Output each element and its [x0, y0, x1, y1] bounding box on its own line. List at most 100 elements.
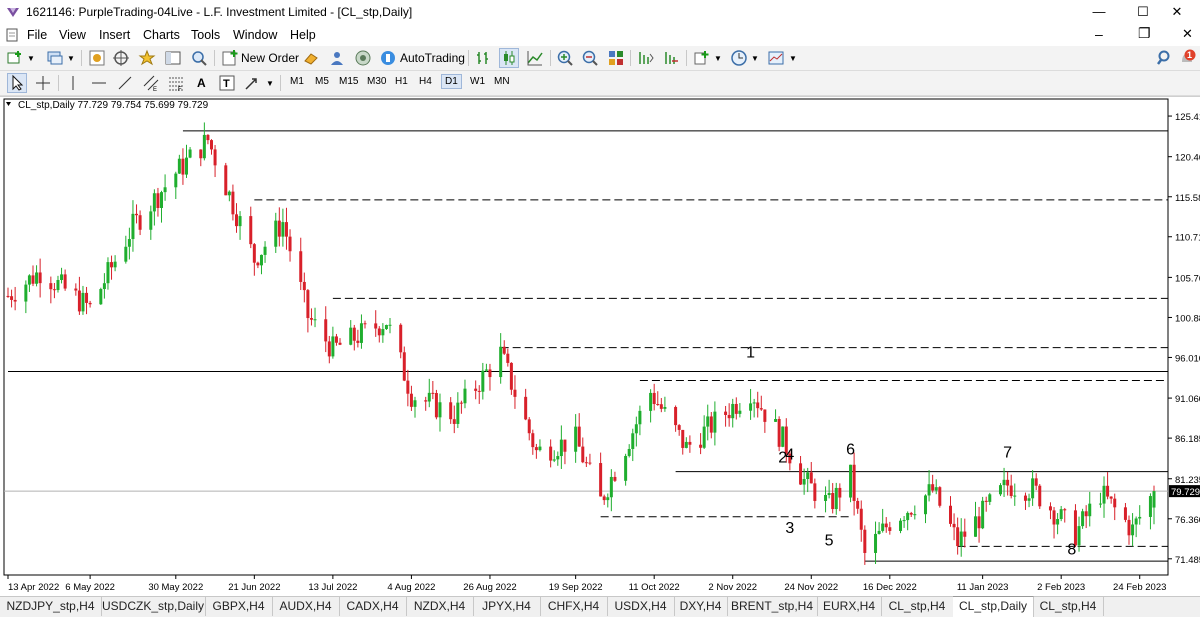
dropdown-arrow-icon[interactable]: ▼	[27, 54, 35, 63]
signals-icon[interactable]	[328, 49, 346, 67]
chart-tab[interactable]: JPYX,H4	[473, 597, 541, 616]
timeframe-h1[interactable]: H1	[392, 75, 411, 88]
candle-bear	[1034, 478, 1038, 486]
dropdown-arrow-icon[interactable]: ▼	[67, 54, 75, 63]
timeframe-m1[interactable]: M1	[287, 75, 307, 88]
strategy-tester-icon[interactable]	[190, 49, 208, 67]
text-tool-icon[interactable]: A	[197, 76, 206, 90]
horizontal-line-icon[interactable]	[90, 74, 108, 92]
candlestick-icon[interactable]	[499, 48, 519, 68]
candle-bear	[506, 353, 510, 363]
timeframe-m5[interactable]: M5	[312, 75, 332, 88]
search-icon[interactable]	[1156, 49, 1174, 67]
chart-tab[interactable]: CADX,H4	[339, 597, 407, 616]
chart-tab[interactable]: EURX,H4	[817, 597, 882, 616]
candle-bull	[413, 400, 417, 407]
candle-bull	[702, 426, 706, 448]
profiles-icon[interactable]	[46, 49, 64, 67]
periods-clock-icon[interactable]	[730, 49, 748, 67]
chart-window[interactable]: CL_stp,Daily 77.729 79.754 75.699 79.729…	[0, 96, 1200, 597]
menu-insert[interactable]: Insert	[99, 28, 130, 42]
menu-window[interactable]: Window	[233, 28, 277, 42]
candle-bull	[281, 222, 285, 237]
equidistant-channel-icon[interactable]: E	[142, 74, 160, 92]
auto-scroll-icon[interactable]	[662, 49, 680, 67]
timeframe-w1[interactable]: W1	[467, 75, 488, 88]
terminal-icon[interactable]	[164, 49, 182, 67]
mdi-minimize-button[interactable]: –	[1095, 26, 1103, 42]
autotrading-icon[interactable]	[379, 49, 397, 67]
menu-tools[interactable]: Tools	[191, 28, 220, 42]
favorites-icon[interactable]	[138, 49, 156, 67]
chart-tab[interactable]: DXY,H4	[674, 597, 728, 616]
menu-charts[interactable]: Charts	[143, 28, 180, 42]
indicators-icon[interactable]	[693, 49, 711, 67]
mdi-restore-button[interactable]: ❐	[1138, 25, 1151, 42]
chart-tab[interactable]: NZDJPY_stp,H4	[0, 597, 102, 616]
timeframe-mn[interactable]: MN	[491, 75, 513, 88]
bar-chart-icon[interactable]	[474, 49, 492, 67]
minimize-button[interactable]: —	[1076, 0, 1122, 24]
text-label-icon[interactable]: T	[218, 74, 236, 92]
chart-tab[interactable]: CL_stp,Daily	[953, 596, 1034, 617]
new-chart-icon[interactable]	[6, 49, 24, 67]
dropdown-arrow-icon[interactable]: ▼	[751, 54, 759, 63]
crosshair-icon[interactable]	[34, 74, 52, 92]
cursor-icon[interactable]	[7, 73, 27, 93]
chart-shift-icon[interactable]	[636, 49, 654, 67]
new-order-icon[interactable]	[221, 49, 239, 67]
candle-bull	[131, 213, 135, 240]
timeframe-d1[interactable]: D1	[441, 74, 462, 89]
close-window-button[interactable]: ✕	[1154, 0, 1200, 24]
candle-bear	[434, 393, 438, 418]
navigator-icon[interactable]	[112, 49, 130, 67]
chart-tab[interactable]: USDX,H4	[607, 597, 675, 616]
chart-tab[interactable]: NZDX,H4	[406, 597, 474, 616]
chart-tab[interactable]: CHFX,H4	[540, 597, 608, 616]
candle-bear	[352, 327, 356, 341]
autotrading-button[interactable]: AutoTrading	[400, 51, 465, 65]
line-chart-icon[interactable]	[526, 49, 544, 67]
trendline-icon[interactable]	[116, 74, 134, 92]
arrows-icon[interactable]	[243, 74, 261, 92]
menu-help[interactable]: Help	[290, 28, 316, 42]
price-chart[interactable]: CL_stp,Daily 77.729 79.754 75.699 79.729…	[0, 97, 1200, 597]
candle-bull	[849, 464, 853, 498]
market-icon[interactable]	[354, 49, 372, 67]
zoom-out-icon[interactable]	[581, 49, 599, 67]
chart-tab[interactable]: BRENT_stp,H4	[727, 597, 818, 616]
candle-bull	[827, 493, 831, 496]
vertical-line-icon[interactable]	[64, 74, 82, 92]
candle-bull	[24, 284, 28, 302]
templates-icon[interactable]	[767, 49, 785, 67]
price-axis-label: 125.41	[1175, 112, 1200, 123]
candle-bear	[524, 396, 528, 420]
market-watch-icon[interactable]	[88, 49, 106, 67]
tile-windows-icon[interactable]	[607, 49, 625, 67]
mdi-close-button[interactable]: ✕	[1182, 26, 1193, 42]
candle-bull	[606, 497, 610, 501]
chart-tab[interactable]: AUDX,H4	[272, 597, 340, 616]
timeframe-h4[interactable]: H4	[416, 75, 435, 88]
timeframe-m30[interactable]: M30	[364, 75, 389, 88]
chart-tab[interactable]: CL_stp,H4	[881, 597, 954, 616]
candle-bear	[984, 500, 988, 502]
new-order-button[interactable]: New Order	[241, 51, 299, 65]
chart-tab[interactable]: CL_stp,H4	[1033, 597, 1104, 616]
zoom-in-icon[interactable]	[556, 49, 574, 67]
market-depth-icon[interactable]	[302, 49, 320, 67]
candle-bear	[799, 463, 803, 485]
dropdown-arrow-icon[interactable]: ▼	[714, 54, 722, 63]
fibonacci-icon[interactable]: F	[167, 74, 185, 92]
menu-view[interactable]: View	[59, 28, 86, 42]
candle-bull	[874, 533, 878, 553]
chart-tab[interactable]: GBPX,H4	[205, 597, 273, 616]
timeframe-m15[interactable]: M15	[336, 75, 361, 88]
chart-tab[interactable]: USDCZK_stp,Daily	[101, 597, 206, 616]
candle-bull	[1098, 503, 1102, 505]
dropdown-arrow-icon[interactable]: ▼	[789, 54, 797, 63]
candle-bear	[584, 462, 588, 464]
dropdown-arrow-icon[interactable]: ▼	[266, 79, 274, 88]
price-axis-label: 76.360	[1175, 515, 1200, 526]
menu-file[interactable]: File	[27, 28, 47, 42]
